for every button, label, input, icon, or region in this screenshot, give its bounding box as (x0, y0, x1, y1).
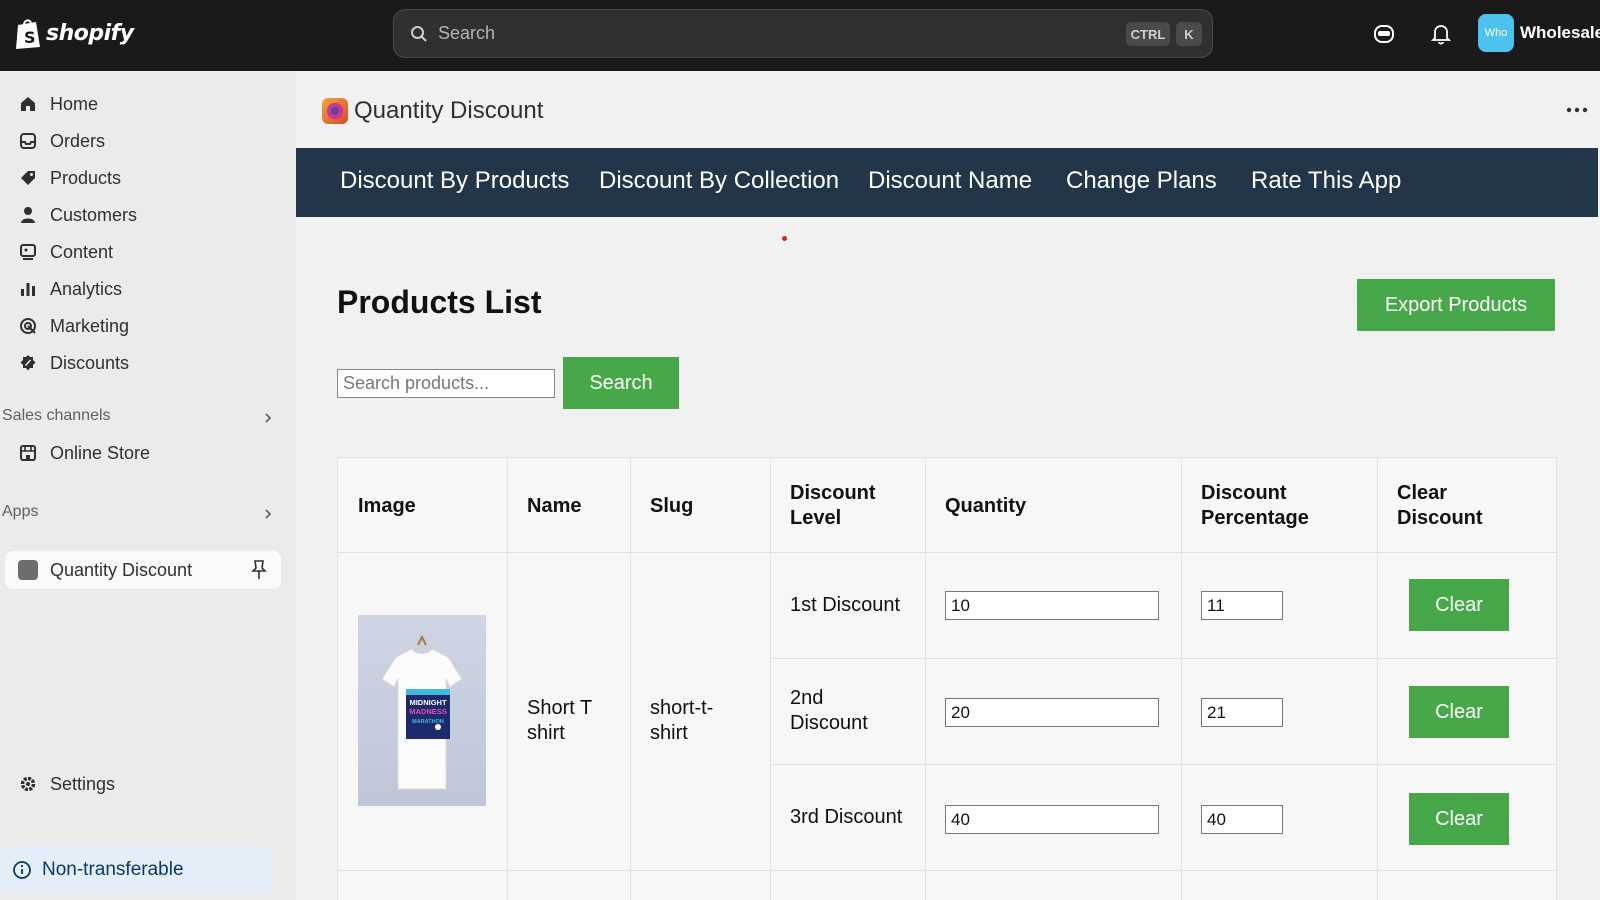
target-icon (18, 316, 38, 336)
percentage-input[interactable] (1201, 805, 1283, 834)
clear-discount-button[interactable]: Clear (1409, 579, 1509, 631)
app-navbar: Discount By Products Discount By Collect… (296, 148, 1598, 217)
sidebar: Home Orders Products Customers Content A… (0, 71, 296, 900)
svg-text:S: S (24, 28, 36, 47)
notification-bell-icon[interactable] (1428, 21, 1454, 47)
column-header-clear-discount: Clear Discount (1397, 482, 1483, 529)
column-header-image: Image (358, 495, 416, 517)
brand-name: shopify (46, 20, 134, 46)
discount-level: 1st Discount (790, 594, 901, 616)
non-transferable-banner[interactable]: Non-transferable (0, 846, 273, 894)
nav-discount-by-collection[interactable]: Discount By Collection (599, 167, 839, 195)
chevron-right-icon[interactable] (262, 412, 274, 424)
export-products-button[interactable]: Export Products (1357, 279, 1555, 331)
svg-text:MARATHON: MARATHON (412, 719, 444, 725)
product-image: MIDNIGHT MADNESS MARATHON (358, 615, 486, 806)
quantity-input[interactable] (945, 805, 1159, 834)
apps-heading: Apps (2, 503, 39, 520)
app-title: Quantity Discount (354, 97, 544, 124)
shopify-logo[interactable]: S shopify (14, 16, 134, 50)
sidebar-item-label: Products (50, 167, 122, 188)
more-options-icon[interactable] (1566, 107, 1588, 113)
discount-icon (18, 353, 38, 373)
avatar[interactable]: Who (1478, 14, 1514, 52)
sidekick-icon[interactable] (1371, 21, 1397, 47)
store-icon (18, 443, 38, 463)
search-icon (411, 25, 427, 42)
column-header-discount-level: Discount Level (790, 482, 876, 529)
top-bar: S shopify CTRL K Who Wholesale (0, 0, 1600, 71)
bar-chart-icon (18, 279, 38, 299)
discount-level: 2nd Discount (790, 687, 868, 734)
sidebar-item-customers[interactable]: Customers (0, 197, 296, 233)
sidebar-item-discounts[interactable]: Discounts (0, 345, 296, 381)
sidebar-item-orders[interactable]: Orders (0, 123, 296, 159)
sidebar-item-marketing[interactable]: Marketing (0, 308, 296, 344)
discount-level: 3rd Discount (790, 806, 903, 828)
sidebar-item-label: Discounts (50, 352, 130, 373)
svg-text:MIDNIGHT: MIDNIGHT (409, 698, 446, 707)
sidebar-item-home[interactable]: Home (0, 86, 296, 122)
sidebar-item-products[interactable]: Products (0, 160, 296, 196)
svg-text:MADNESS: MADNESS (409, 707, 447, 716)
sidebar-item-online-store[interactable]: Online Store (0, 435, 296, 471)
nav-discount-name[interactable]: Discount Name (868, 167, 1032, 195)
sidebar-item-label: Quantity Discount (50, 560, 193, 580)
app-icon (18, 560, 38, 580)
sidebar-item-content[interactable]: Content (0, 234, 296, 270)
loading-indicator (782, 236, 787, 241)
store-name[interactable]: Wholesale (1520, 23, 1600, 43)
person-icon (18, 205, 38, 225)
sidebar-item-label: Online Store (50, 442, 151, 463)
shortcut-ctrl-key: CTRL (1126, 22, 1170, 46)
main-content: Quantity Discount Discount By Products D… (296, 71, 1600, 900)
quantity-input[interactable] (945, 591, 1159, 620)
product-name: Short T shirt (527, 697, 592, 744)
products-table: Image Name Slug Discount Level Quantity … (337, 457, 1558, 900)
nav-discount-by-products[interactable]: Discount By Products (340, 167, 569, 195)
clear-discount-button[interactable]: Clear (1409, 793, 1509, 845)
quantity-input[interactable] (945, 698, 1159, 727)
content-icon (18, 242, 38, 262)
global-search[interactable]: CTRL K (393, 9, 1213, 58)
sidebar-item-label: Marketing (50, 315, 130, 336)
product-search-button[interactable]: Search (563, 357, 679, 409)
column-header-discount-percentage: Discount Percentage (1201, 482, 1309, 529)
tag-icon (18, 168, 38, 188)
non-transferable-label: Non-transferable (42, 859, 184, 880)
clear-discount-button[interactable]: Clear (1409, 686, 1509, 738)
product-slug: short-t-shirt (650, 697, 714, 744)
shopify-bag-icon: S (16, 19, 40, 49)
column-header-name: Name (527, 495, 582, 517)
sidebar-item-label: Content (50, 241, 114, 262)
gear-icon (18, 774, 38, 794)
home-icon (18, 94, 38, 114)
sidebar-item-label: Orders (50, 130, 106, 151)
percentage-input[interactable] (1201, 591, 1283, 620)
sidebar-item-label: Home (50, 93, 99, 114)
app-header: Quantity Discount (322, 97, 543, 125)
pin-icon[interactable] (249, 559, 269, 581)
chevron-right-icon[interactable] (262, 508, 274, 520)
shortcut-k-key: K (1176, 22, 1202, 46)
sidebar-item-analytics[interactable]: Analytics (0, 271, 296, 307)
column-header-quantity: Quantity (945, 495, 1027, 517)
page-title: Products List (337, 284, 542, 320)
nav-change-plans[interactable]: Change Plans (1066, 167, 1217, 195)
nav-rate-this-app[interactable]: Rate This App (1251, 167, 1401, 195)
info-icon (13, 861, 31, 879)
sidebar-item-settings[interactable]: Settings (0, 766, 296, 802)
sidebar-item-quantity-discount[interactable]: Quantity Discount (5, 551, 281, 589)
orders-icon (18, 131, 38, 151)
sidebar-item-label: Settings (50, 773, 116, 794)
product-search-input[interactable] (337, 369, 555, 398)
sidebar-item-label: Analytics (50, 278, 123, 299)
column-header-slug: Slug (650, 495, 694, 517)
app-logo-icon (322, 98, 348, 124)
percentage-input[interactable] (1201, 698, 1283, 727)
sales-channels-heading: Sales channels (2, 407, 111, 424)
sidebar-item-label: Customers (50, 204, 138, 225)
search-input[interactable] (438, 23, 1098, 44)
